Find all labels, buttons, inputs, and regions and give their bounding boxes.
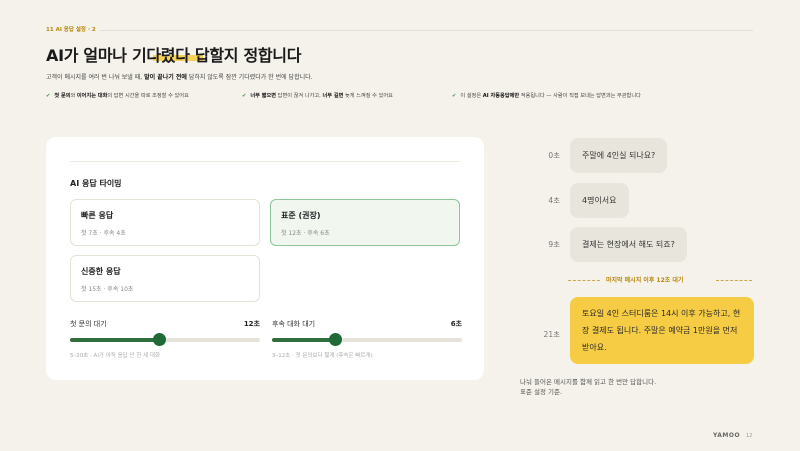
option-sub: 첫 7초 · 후속 4초 bbox=[81, 230, 126, 237]
page-description: 고객이 메시지를 여러 번 나눠 보낼 때, 말이 끝나기 전에 답하지 않도록… bbox=[46, 74, 313, 81]
option-fast[interactable]: 빠른 응답 첫 7초 · 후속 4초 bbox=[70, 199, 260, 246]
option-standard[interactable]: 표준 (권장) 첫 12초 · 후속 6초 bbox=[270, 199, 460, 246]
option-name: 빠른 응답 bbox=[81, 211, 114, 220]
check-icon: ✔ bbox=[46, 93, 51, 99]
message-bubble: 주말에 4인실 되나요? bbox=[570, 138, 668, 173]
slider-handle[interactable] bbox=[153, 333, 167, 346]
title-prefix: AI가 얼마나 bbox=[46, 46, 132, 65]
slider-hint: 5–20초 · AI가 아직 응답 안 한 새 대화 bbox=[70, 353, 161, 359]
divider-dash bbox=[716, 280, 752, 281]
slider-value: 12초 bbox=[243, 320, 260, 328]
option-sub: 첫 12초 · 후속 6초 bbox=[281, 230, 330, 237]
slider-track[interactable] bbox=[272, 333, 462, 346]
message-time: 0초 bbox=[548, 151, 560, 160]
page-number: 12 bbox=[746, 433, 753, 439]
divider-dash bbox=[568, 280, 600, 281]
wait-divider-label: 마지막 메시지 이후 12초 대기 bbox=[606, 277, 684, 284]
timing-settings-panel: AI 응답 타이밍 빠른 응답 첫 7초 · 후속 4초 표준 (권장) 첫 1… bbox=[46, 137, 484, 380]
page-title: AI가 얼마나 기다렸다 답할지 정합니다 bbox=[46, 42, 301, 66]
title-highlight: 기다렸다 bbox=[131, 46, 190, 65]
check-icon: ✔ bbox=[452, 93, 457, 99]
message-bubble: 결제는 현장에서 해도 되죠? bbox=[570, 227, 687, 262]
section-tag: 11 AI 응답 설정 · 2 bbox=[46, 25, 100, 33]
bullet-item: ✔ 첫 문의와 이어지는 대화의 답변 시간을 따로 조정할 수 있어요 bbox=[46, 93, 189, 99]
slider-hint: 3–12초 · 첫 문의보다 짧게 (후속은 빠르게) bbox=[272, 353, 373, 359]
header-divider bbox=[46, 30, 753, 31]
message-time: 21초 bbox=[543, 330, 560, 339]
option-name: 표준 (권장) bbox=[281, 211, 321, 220]
bullet-item: ✔ 너무 짧으면 답변이 끊겨 나가고, 너무 길면 늦게 느껴질 수 있어요 bbox=[242, 93, 393, 99]
bullet-item: ✔ 이 설정은 AI 자동응답에만 적용됩니다 — 사람이 직접 보내는 답변과는… bbox=[452, 93, 641, 99]
panel-title: AI 응답 타이밍 bbox=[70, 179, 122, 188]
slider-label: 후속 대화 대기 bbox=[272, 320, 316, 328]
panel-divider bbox=[70, 161, 460, 162]
option-careful[interactable]: 신중한 응답 첫 15초 · 후속 10초 bbox=[70, 255, 260, 302]
title-suffix: 답할지 정합니다 bbox=[189, 46, 302, 65]
chat-note: 나눠 들어온 메시지를 함께 읽고 한 번만 답합니다. 표준 설정 기준. bbox=[520, 378, 657, 396]
ai-reply-bubble: 토요일 4인 스터디룸은 14시 이후 가능하고, 현장 결제도 됩니다. 주말… bbox=[570, 297, 754, 364]
slider-fill bbox=[272, 338, 335, 342]
option-sub: 첫 15초 · 후속 10초 bbox=[81, 286, 134, 293]
wait-divider: 마지막 메시지 이후 12초 대기 bbox=[568, 274, 752, 286]
option-name: 신중한 응답 bbox=[81, 267, 121, 276]
message-time: 4초 bbox=[548, 196, 560, 205]
check-icon: ✔ bbox=[242, 93, 247, 99]
slider-value: 6초 bbox=[450, 320, 462, 328]
slider-label: 첫 문의 대기 bbox=[70, 320, 107, 328]
slider-handle[interactable] bbox=[328, 333, 342, 346]
message-time: 9초 bbox=[548, 240, 560, 249]
brand-logo: YAMOO bbox=[713, 432, 741, 439]
slider-track[interactable] bbox=[70, 333, 260, 346]
message-bubble: 4명이서요 bbox=[570, 183, 629, 218]
slider-fill bbox=[70, 338, 160, 342]
